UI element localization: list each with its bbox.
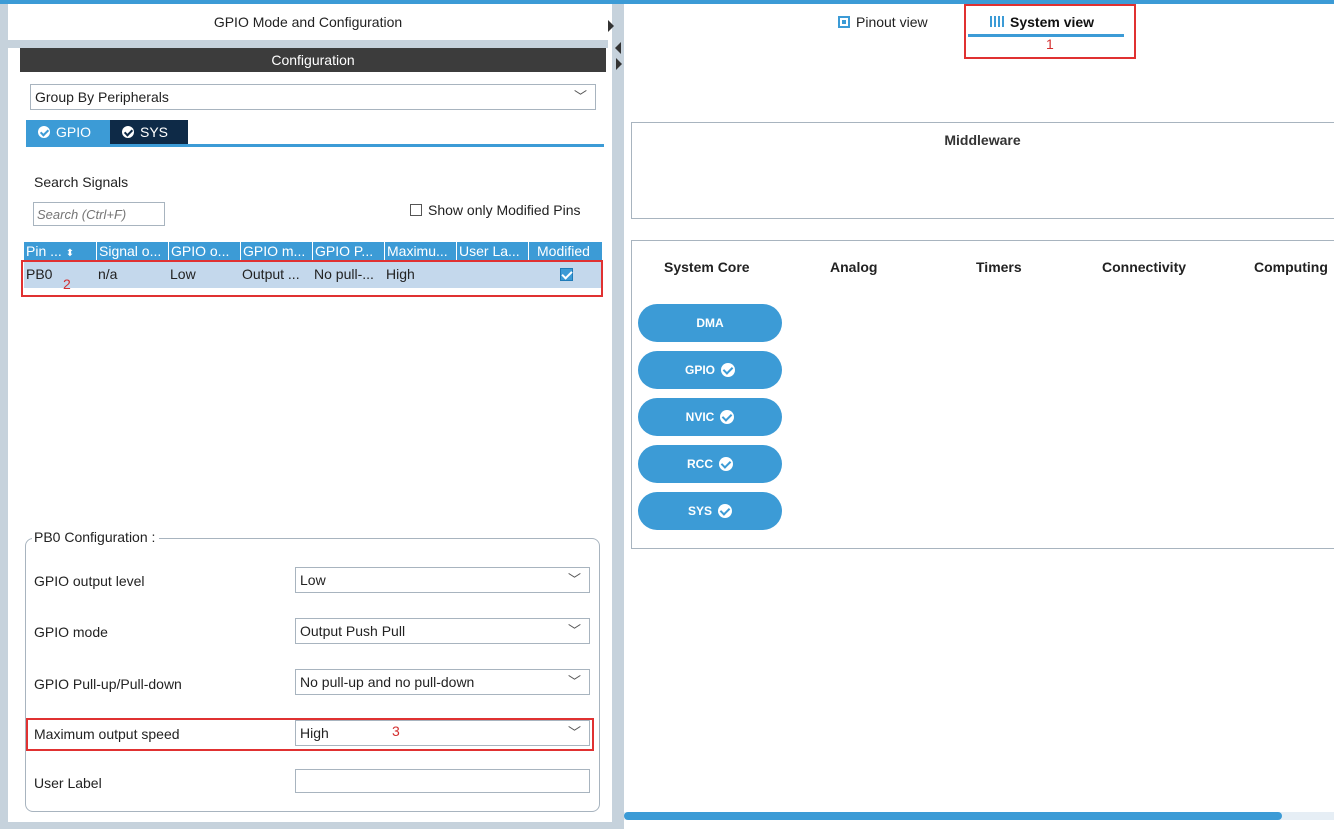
group-by-value: Group By Peripherals [35, 89, 169, 105]
column-header-modified[interactable]: Modified [528, 242, 602, 260]
tab-gpio[interactable]: GPIO [26, 120, 110, 144]
column-header-max-speed[interactable]: Maximu... [384, 242, 456, 260]
chevron-down-icon: ﹀ [567, 674, 581, 689]
middleware-title: Middleware [944, 132, 1021, 148]
gpio-pull-dropdown[interactable]: No pull-up and no pull-down ﹀ [295, 669, 590, 695]
checkbox[interactable] [410, 204, 422, 216]
tab-label: GPIO [56, 124, 92, 140]
column-header-gpio-mode[interactable]: GPIO m... [240, 242, 312, 260]
annotation-number: 2 [63, 276, 71, 292]
user-label-input[interactable] [295, 769, 590, 793]
sys-button[interactable]: SYS [638, 492, 782, 530]
chip-icon [838, 16, 850, 28]
chevron-down-icon: ﹀ [567, 572, 581, 587]
category-connectivity[interactable]: Connectivity [1102, 259, 1186, 275]
peripheral-tabs: GPIO SYS [26, 120, 604, 147]
check-circle-icon [721, 363, 735, 377]
rcc-button[interactable]: RCC [638, 445, 782, 483]
column-header-user-label[interactable]: User La... [456, 242, 528, 260]
expand-right-icon[interactable] [616, 58, 622, 70]
vertical-splitter[interactable] [608, 4, 624, 829]
panel-bottom-edge [0, 822, 612, 829]
category-analog[interactable]: Analog [830, 259, 877, 275]
collapse-left-icon[interactable] [615, 42, 621, 54]
scrollbar-thumb[interactable] [624, 812, 1282, 820]
group-by-dropdown[interactable]: Group By Peripherals ﹀ [30, 84, 596, 110]
column-header-signal[interactable]: Signal o... [96, 242, 168, 260]
annotation-number: 3 [392, 723, 400, 739]
tab-sys[interactable]: SYS [110, 120, 188, 144]
chevron-down-icon: ﹀ [567, 623, 581, 638]
check-circle-icon [718, 504, 732, 518]
column-header-gpio-output[interactable]: GPIO o... [168, 242, 240, 260]
annotation-box-speed [26, 718, 594, 751]
chevron-down-icon: ﹀ [573, 89, 587, 104]
show-modified-label: Show only Modified Pins [428, 202, 581, 218]
show-modified-toggle[interactable]: Show only Modified Pins [410, 202, 581, 218]
column-header-gpio-pull[interactable]: GPIO P... [312, 242, 384, 260]
dropdown-value: Low [300, 572, 326, 588]
annotation-box-row [21, 260, 603, 297]
check-circle-icon [719, 457, 733, 471]
table-header: Pin ... ⬍ Signal o... GPIO o... GPIO m..… [24, 242, 602, 260]
category-computing[interactable]: Computing [1254, 259, 1334, 275]
check-circle-icon [720, 410, 735, 424]
gpio-mode-dropdown[interactable]: Output Push Pull ﹀ [295, 618, 590, 644]
gpio-mode-label: GPIO mode [34, 624, 108, 640]
check-circle-icon [122, 126, 134, 138]
check-circle-icon [38, 126, 50, 138]
category-system-core[interactable]: System Core [664, 259, 750, 275]
dropdown-value: Output Push Pull [300, 623, 406, 639]
configuration-header: Configuration [20, 48, 606, 72]
pin-config-legend: PB0 Configuration : [32, 529, 160, 545]
dma-button[interactable]: DMA [638, 304, 782, 342]
column-header-pin[interactable]: Pin ... ⬍ [24, 242, 96, 260]
panel-title: GPIO Mode and Configuration [213, 14, 403, 30]
panel-divider [8, 40, 608, 48]
category-timers[interactable]: Timers [976, 259, 1022, 275]
gpio-pull-label: GPIO Pull-up/Pull-down [34, 676, 182, 692]
annotation-number: 1 [1046, 36, 1054, 52]
nvic-button[interactable]: NVIC [638, 398, 782, 436]
gpio-output-level-label: GPIO output level [34, 573, 145, 589]
collapse-right-icon[interactable] [608, 20, 614, 32]
dropdown-value: No pull-up and no pull-down [300, 674, 475, 690]
tab-label: SYS [140, 124, 169, 140]
gpio-output-level-dropdown[interactable]: Low ﹀ [295, 567, 590, 593]
search-signals-label: Search Signals [34, 174, 129, 190]
search-input[interactable] [33, 202, 165, 226]
sort-icon: ⬍ [65, 248, 75, 259]
tab-pinout-view[interactable]: Pinout view [838, 14, 928, 30]
user-label-label: User Label [34, 775, 102, 791]
gpio-button[interactable]: GPIO [638, 351, 782, 389]
